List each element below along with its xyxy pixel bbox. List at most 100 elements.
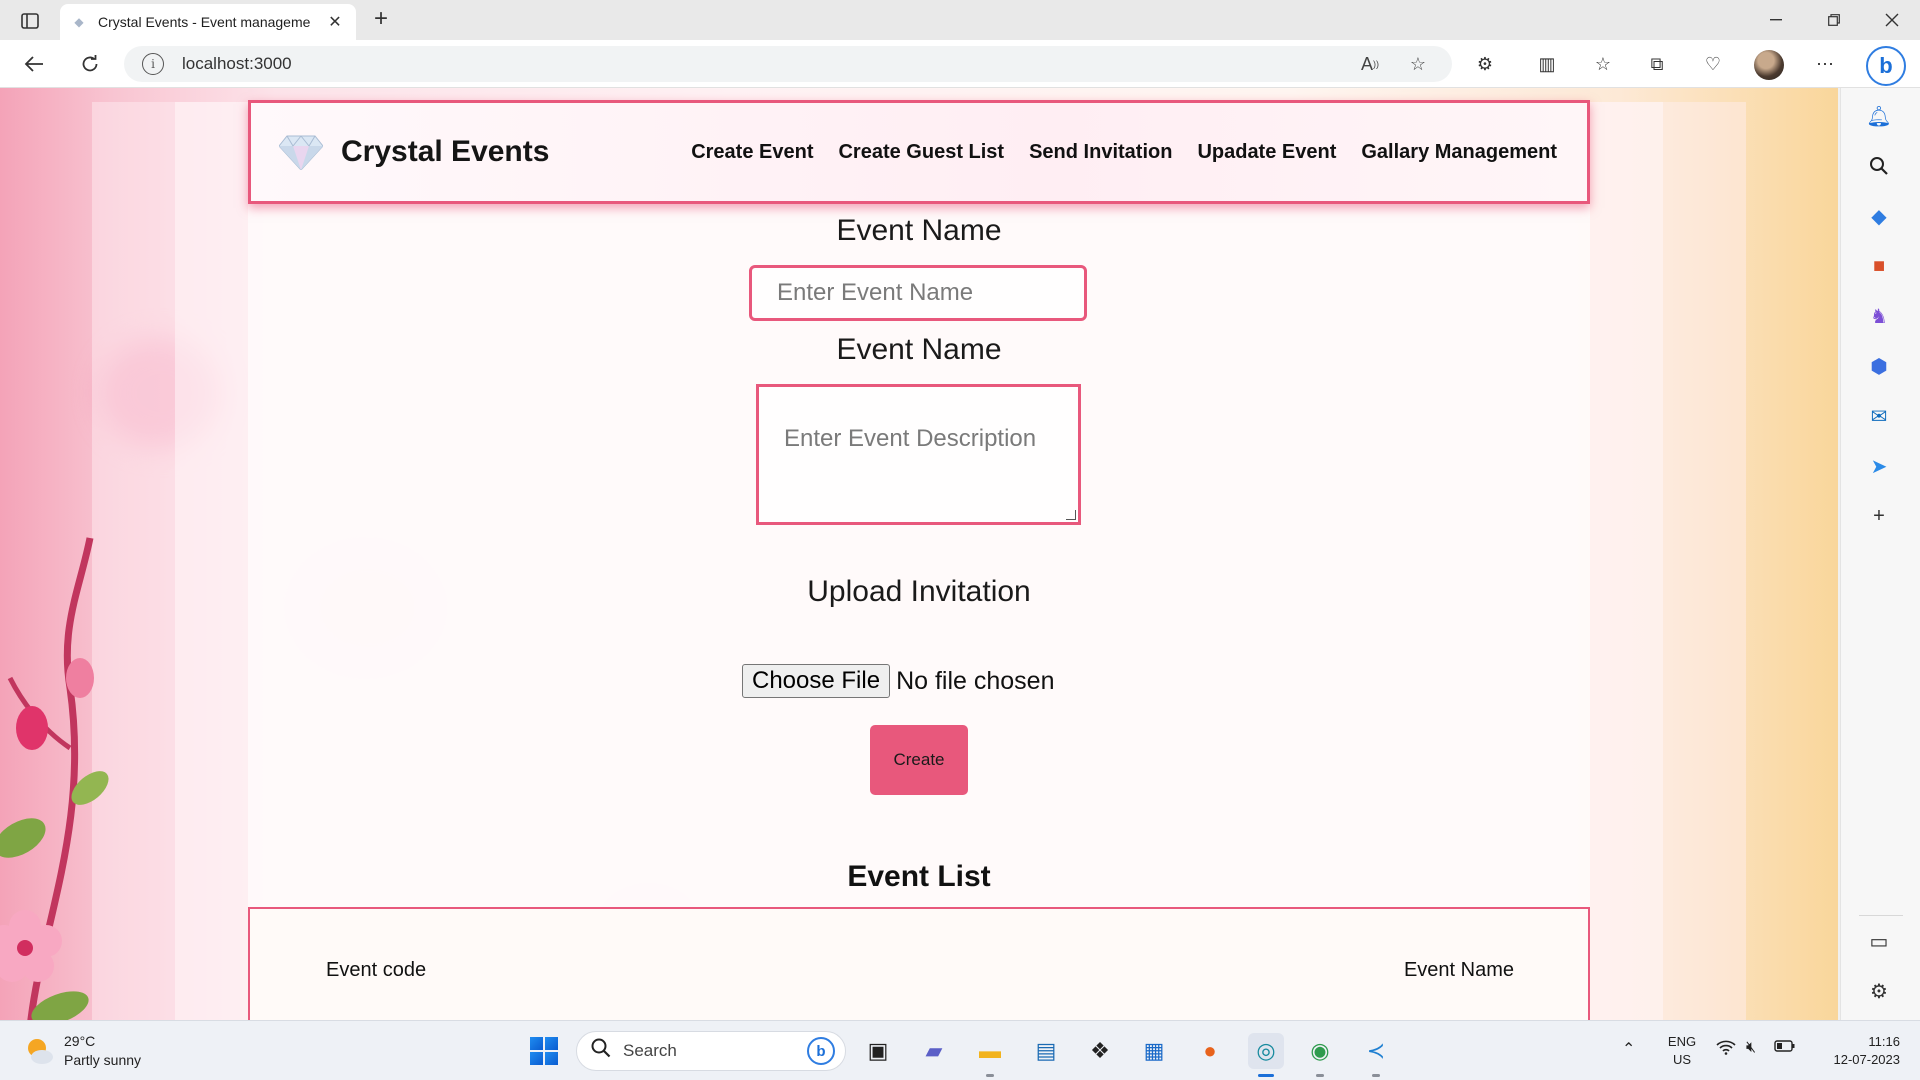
nav-create-event[interactable]: Create Event [691, 141, 813, 164]
dropbox-icon[interactable]: ❖ [1082, 1033, 1118, 1069]
weather-temperature[interactable]: 29°C [64, 1033, 95, 1049]
address-bar[interactable]: i localhost:3000 A)) ☆ [124, 46, 1452, 82]
edge-sidebar: 🔔︎ ◆ ■ ♞ ⬢ ✉ ➤ + ▭ ⚙ [1840, 88, 1920, 1020]
volume-muted-icon[interactable]: 🔇︎ [1746, 1039, 1756, 1057]
event-description-label: Event Name [836, 333, 1002, 366]
nav-gallery-management[interactable]: Gallary Management [1361, 141, 1557, 164]
read-aloud-icon[interactable]: A)) [1356, 52, 1384, 76]
sidebar-divider [1859, 915, 1903, 916]
drop-send-icon[interactable]: ➤ [1861, 448, 1897, 484]
event-description-textarea[interactable] [759, 387, 1078, 522]
profile-avatar[interactable] [1754, 50, 1784, 80]
weather-description[interactable]: Partly sunny [64, 1052, 141, 1068]
language-code: ENG [1667, 1034, 1697, 1049]
nav-links: Create Event Create Guest List Send Invi… [666, 103, 1557, 201]
resize-grip-icon[interactable] [1066, 510, 1076, 520]
restore-button[interactable] [1806, 0, 1862, 40]
file-upload-row: Choose File No file chosen [742, 663, 1055, 699]
close-tab-icon[interactable]: ✕ [324, 12, 346, 32]
taskbar-search[interactable]: Search b [576, 1031, 846, 1071]
column-header-event-name: Event Name [1403, 959, 1514, 981]
bing-copilot-button[interactable]: b [1866, 46, 1906, 86]
sidebar-settings-gear-icon[interactable]: ⚙ [1861, 973, 1897, 1009]
input-language[interactable]: ENG US [1666, 1033, 1698, 1069]
refresh-icon [82, 55, 98, 72]
nav-send-invitation[interactable]: Send Invitation [1029, 141, 1172, 164]
taskbar-search-placeholder: Search [623, 1041, 677, 1060]
outlook-icon[interactable]: ✉ [1861, 398, 1897, 434]
minimize-button[interactable] [1748, 0, 1804, 40]
running-indicator [1372, 1074, 1380, 1077]
file-explorer-icon[interactable]: ▬ [972, 1033, 1008, 1069]
battery-icon[interactable] [1774, 1039, 1796, 1058]
running-indicator [1316, 1074, 1324, 1077]
add-sidebar-app-icon[interactable]: + [1861, 498, 1897, 534]
windows-taskbar: 29°C Partly sunny Search b ▣ ▰ ▬ ▤ ❖ ▦ ●… [0, 1020, 1920, 1080]
browser-tab-active[interactable]: ◆ Crystal Events - Event manageme ✕ [60, 4, 356, 40]
clock-date: 12-07-2023 [1833, 1052, 1901, 1067]
site-info-icon[interactable]: i [142, 53, 164, 75]
app-navbar: Crystal Events Create Event Create Guest… [248, 100, 1590, 204]
diamond-favicon-icon: ◆ [74, 15, 84, 29]
event-name-label: Event Name [836, 214, 1002, 247]
minimize-icon [1770, 19, 1782, 21]
microsoft-365-icon[interactable]: ⬢ [1861, 348, 1897, 384]
partly-sunny-icon[interactable] [24, 1036, 54, 1066]
choose-file-button[interactable]: Choose File [742, 664, 891, 698]
firefox-icon[interactable]: ● [1192, 1033, 1228, 1069]
active-app-indicator [1258, 1074, 1274, 1077]
show-hidden-icons-chevron-icon[interactable]: ⌃ [1622, 1039, 1635, 1059]
vscode-icon[interactable]: ≺ [1358, 1033, 1394, 1069]
file-status-text: No file chosen [896, 666, 1055, 695]
upload-invitation-label: Upload Invitation [807, 575, 1031, 608]
tab-actions-icon [21, 13, 39, 29]
favorite-star-icon[interactable]: ☆ [1404, 52, 1432, 76]
browser-titlebar: ◆ Crystal Events - Event manageme ✕ + [0, 0, 1920, 40]
clock-time: 11:16 [1868, 1034, 1900, 1049]
extensions-icon[interactable]: ⚙ [1470, 50, 1500, 78]
column-header-event-code: Event code [326, 959, 427, 981]
split-screen-icon[interactable]: ▥ [1532, 50, 1562, 78]
event-name-input[interactable] [752, 268, 1084, 318]
windows-start-icon[interactable] [530, 1037, 558, 1065]
back-button[interactable] [16, 48, 52, 80]
diamond-icon [277, 132, 325, 172]
brand-name[interactable]: Crystal Events [341, 135, 549, 169]
search-icon[interactable] [1861, 148, 1897, 184]
back-arrow-icon [24, 56, 43, 72]
chrome-icon[interactable]: ◉ [1302, 1033, 1338, 1069]
tools-briefcase-icon[interactable]: ■ [1861, 248, 1897, 284]
nav-update-event[interactable]: Upadate Event [1197, 141, 1336, 164]
teams-chat-icon[interactable]: ▰ [916, 1033, 952, 1069]
search-icon [591, 1038, 611, 1064]
store-app-icon[interactable]: ▤ [1028, 1033, 1064, 1069]
restore-icon [1828, 14, 1840, 26]
browser-toolbar: i localhost:3000 A)) ☆ ⚙ ▥ ☆ ⧉ ♡ ⋯ [0, 40, 1920, 88]
system-clock[interactable]: 11:16 12-07-2023 [1812, 1033, 1901, 1069]
event-list-title: Event List [847, 860, 991, 893]
favorites-icon[interactable]: ☆ [1588, 50, 1618, 78]
task-view-icon[interactable]: ▣ [860, 1033, 896, 1069]
microsoft-store-icon[interactable]: ▦ [1136, 1033, 1172, 1069]
nav-create-guest-list[interactable]: Create Guest List [838, 141, 1004, 164]
games-icon[interactable]: ♞ [1861, 298, 1897, 334]
close-icon [1885, 13, 1899, 27]
running-indicator [986, 1074, 994, 1077]
collections-icon[interactable]: ⧉ [1642, 50, 1672, 78]
tab-actions-button[interactable] [14, 8, 46, 34]
more-options-icon[interactable]: ⋯ [1810, 50, 1840, 78]
refresh-button[interactable] [72, 48, 108, 80]
close-window-button[interactable] [1864, 0, 1920, 40]
shopping-tag-icon[interactable]: ◆ [1861, 198, 1897, 234]
event-name-field[interactable] [749, 265, 1087, 321]
edge-browser-icon[interactable]: ◎ [1248, 1033, 1284, 1069]
create-button[interactable]: Create [870, 725, 968, 795]
new-tab-button[interactable]: + [366, 6, 396, 34]
address-url[interactable]: localhost:3000 [182, 54, 292, 74]
wifi-icon[interactable] [1716, 1039, 1736, 1060]
notifications-bell-icon[interactable]: 🔔︎ [1861, 98, 1897, 134]
hide-sidebar-icon[interactable]: ▭ [1861, 923, 1897, 959]
bing-icon[interactable]: b [807, 1037, 835, 1065]
event-description-field[interactable] [756, 384, 1081, 525]
browser-essentials-icon[interactable]: ♡ [1698, 50, 1728, 78]
